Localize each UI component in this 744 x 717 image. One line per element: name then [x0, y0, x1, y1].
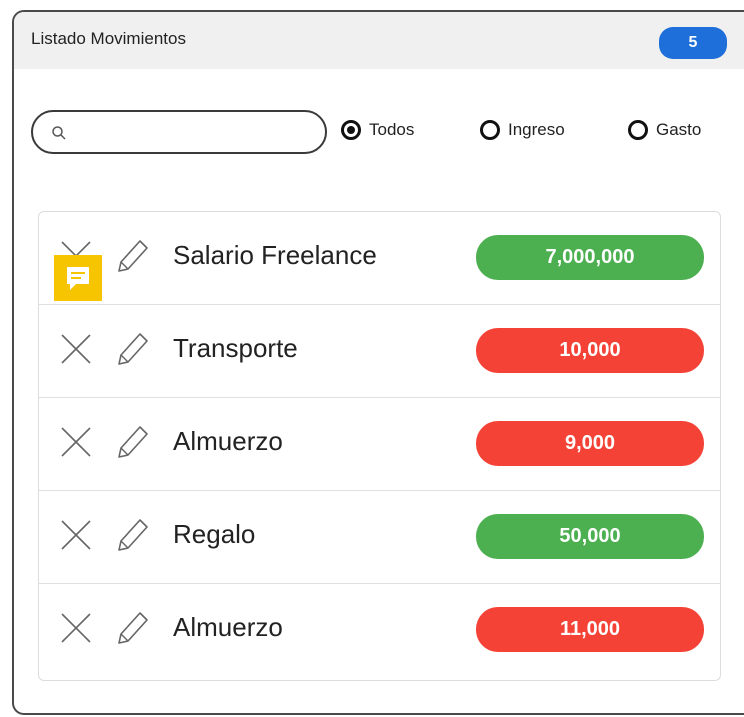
search-box[interactable]: [31, 110, 327, 154]
close-icon[interactable]: [59, 611, 93, 645]
pencil-icon[interactable]: [111, 329, 151, 369]
radio-todos[interactable]: [341, 120, 361, 140]
search-input[interactable]: [73, 120, 317, 146]
pencil-icon[interactable]: [111, 422, 151, 462]
list-item: Almuerzo 9,000: [39, 398, 720, 491]
movement-amount: 9,000: [476, 421, 704, 466]
filter-todos[interactable]: Todos: [341, 120, 414, 140]
filter-ingreso-label: Ingreso: [508, 120, 565, 139]
movements-panel: Listado Movimientos 5 Todos Ingreso Gast…: [12, 10, 744, 715]
close-icon[interactable]: [59, 425, 93, 459]
comment-glyph-icon: [67, 267, 89, 290]
close-icon[interactable]: [59, 332, 93, 366]
movement-name: Almuerzo: [173, 426, 283, 456]
list-item: Almuerzo 11,000: [39, 584, 720, 677]
list-item: Regalo 50,000: [39, 491, 720, 584]
close-icon[interactable]: [59, 518, 93, 552]
radio-ingreso[interactable]: [480, 120, 500, 140]
search-icon: [52, 126, 66, 140]
filter-gasto-label: Gasto: [656, 120, 702, 139]
movements-list: Salario Freelance 7,000,000 Transporte 1…: [38, 211, 721, 681]
list-item: Transporte 10,000: [39, 305, 720, 398]
movement-amount: 10,000: [476, 328, 704, 373]
movement-name: Almuerzo: [173, 612, 283, 642]
filter-gasto[interactable]: Gasto: [628, 120, 701, 140]
movement-name: Regalo: [173, 519, 256, 549]
movement-amount: 11,000: [476, 607, 704, 652]
movement-amount: 7,000,000: [476, 235, 704, 280]
radio-gasto[interactable]: [628, 120, 648, 140]
panel-title: Listado Movimientos: [31, 29, 186, 48]
pencil-icon[interactable]: [111, 608, 151, 648]
pencil-icon[interactable]: [111, 515, 151, 555]
filter-ingreso[interactable]: Ingreso: [480, 120, 565, 140]
movement-name: Salario Freelance: [173, 240, 377, 270]
count-badge: 5: [659, 27, 727, 59]
comment-icon[interactable]: [54, 255, 102, 301]
panel-header: Listado Movimientos 5: [14, 12, 744, 69]
list-item: Salario Freelance 7,000,000: [39, 212, 720, 305]
movement-name: Transporte: [173, 333, 298, 363]
pencil-icon[interactable]: [111, 236, 151, 276]
filter-todos-label: Todos: [369, 120, 415, 139]
movement-amount: 50,000: [476, 514, 704, 559]
